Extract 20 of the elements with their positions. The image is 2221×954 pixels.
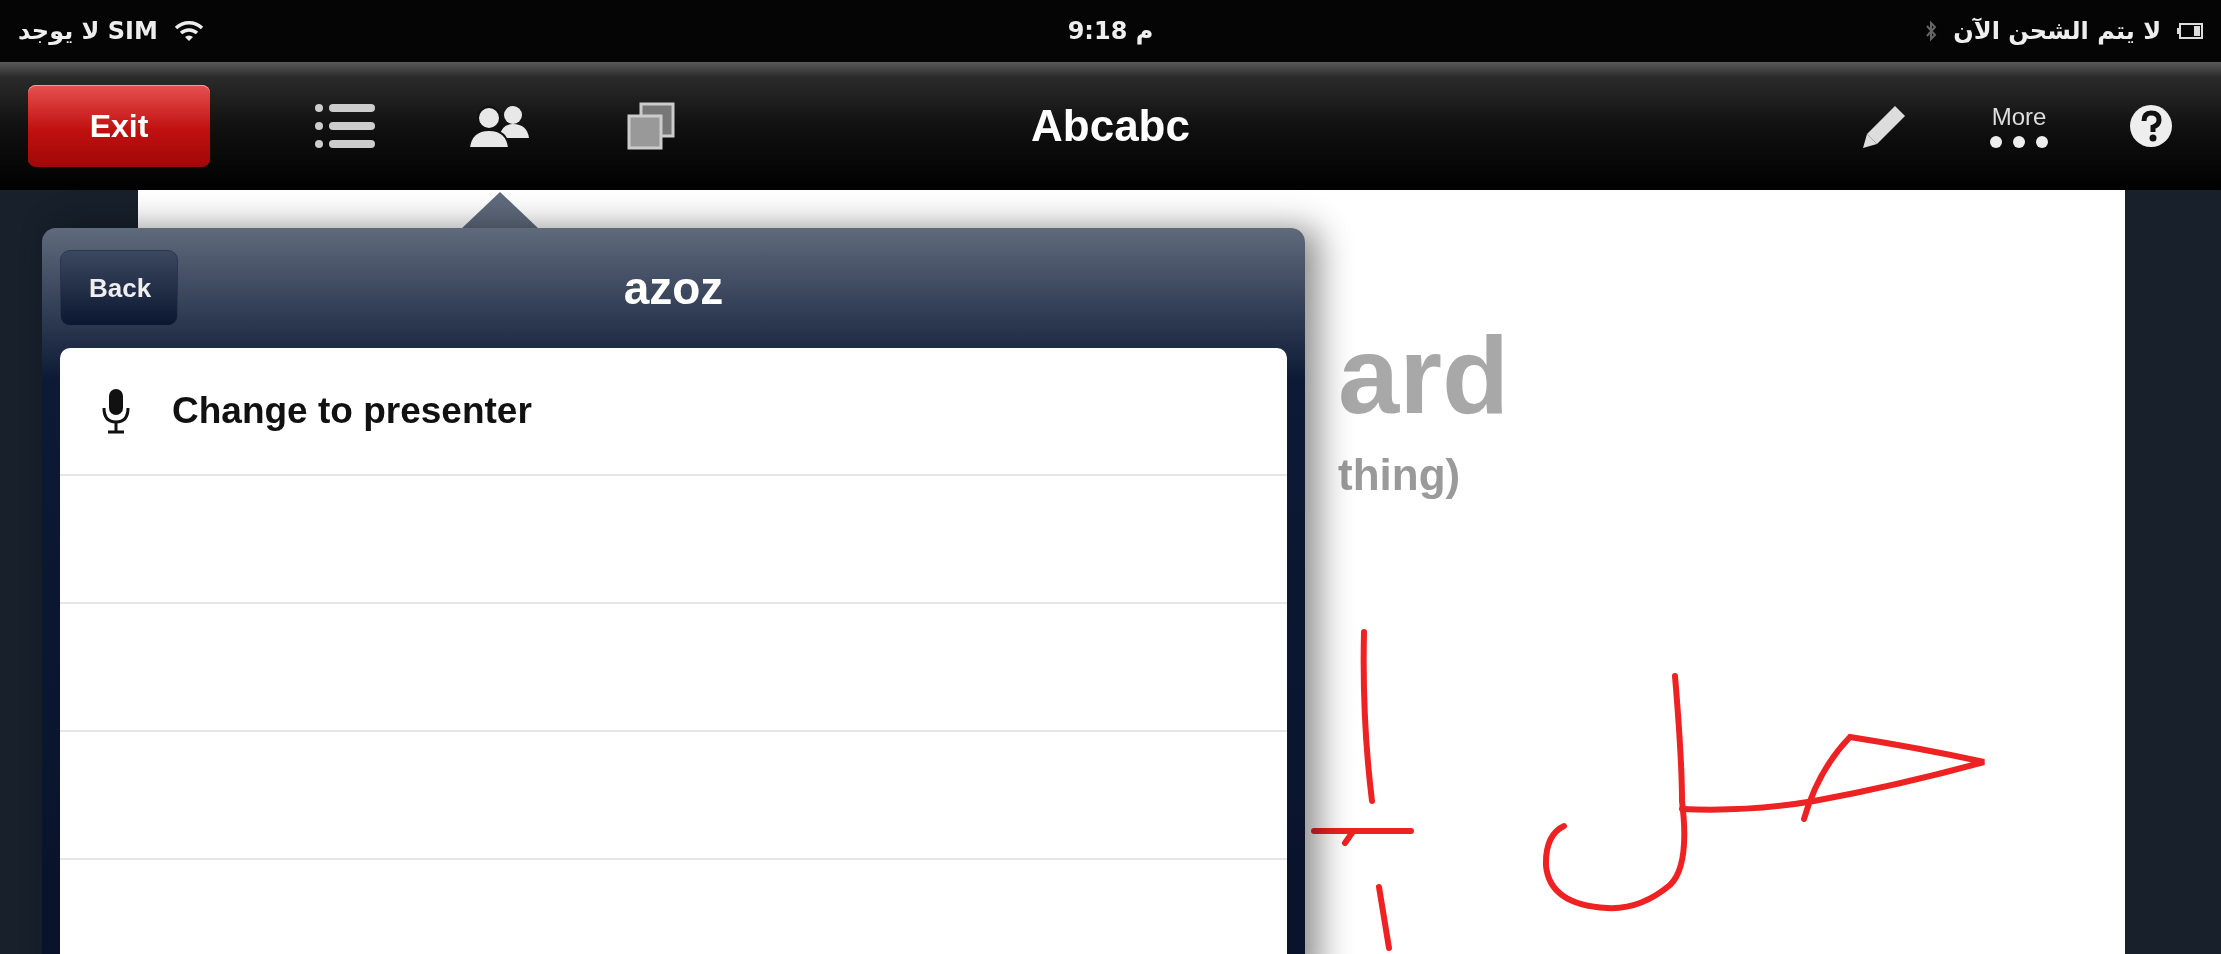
- back-button[interactable]: Back: [60, 250, 179, 326]
- clock-time: 9:18 م: [1067, 17, 1154, 45]
- dots-icon: [1989, 135, 2049, 149]
- list-row[interactable]: Change to presenter: [60, 348, 1287, 476]
- more-button[interactable]: More: [1989, 103, 2049, 149]
- carrier-label: لا يوجد SIM: [18, 17, 158, 45]
- wifi-icon: [173, 20, 204, 42]
- help-icon[interactable]: [2129, 104, 2173, 148]
- exit-button[interactable]: Exit: [28, 85, 210, 167]
- whiteboard-subheading: thing): [1338, 450, 1461, 500]
- pages-icon[interactable]: [627, 102, 675, 150]
- whiteboard-heading: ard: [1338, 320, 1510, 430]
- microphone-icon: [102, 388, 130, 434]
- row-label: Change to presenter: [172, 390, 532, 432]
- popover-title: azoz: [623, 261, 724, 315]
- document-title: Abcabc: [1031, 101, 1190, 151]
- list-icon[interactable]: [315, 104, 375, 148]
- battery-icon: [2177, 23, 2203, 39]
- bluetooth-icon: [1925, 20, 1938, 42]
- charging-status: لا يتم الشحن الآن: [1953, 17, 2161, 45]
